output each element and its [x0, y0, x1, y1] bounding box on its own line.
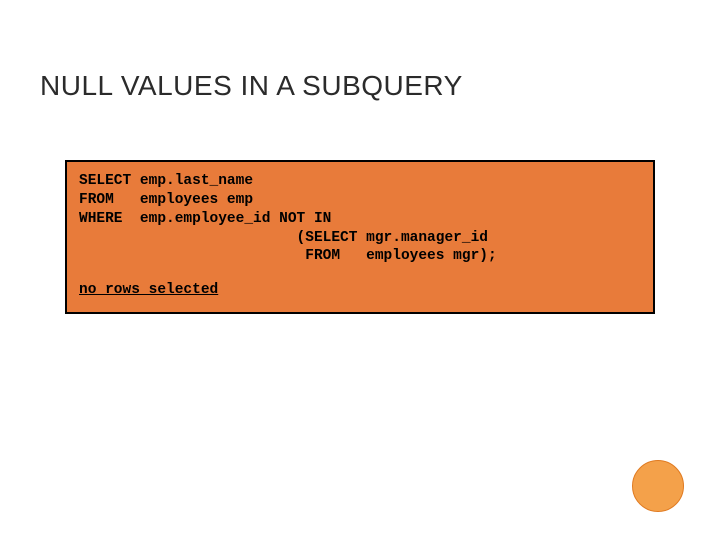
sql-result: no rows selected [79, 282, 641, 298]
sql-code: SELECT emp.last_name FROM employees emp … [79, 172, 641, 266]
slide-title: NULL VALUES IN A SUBQUERY [40, 70, 463, 102]
slide: NULL VALUES IN A SUBQUERY SELECT emp.las… [0, 0, 720, 540]
code-block: SELECT emp.last_name FROM employees emp … [65, 160, 655, 314]
decorative-circle-icon [632, 460, 684, 512]
